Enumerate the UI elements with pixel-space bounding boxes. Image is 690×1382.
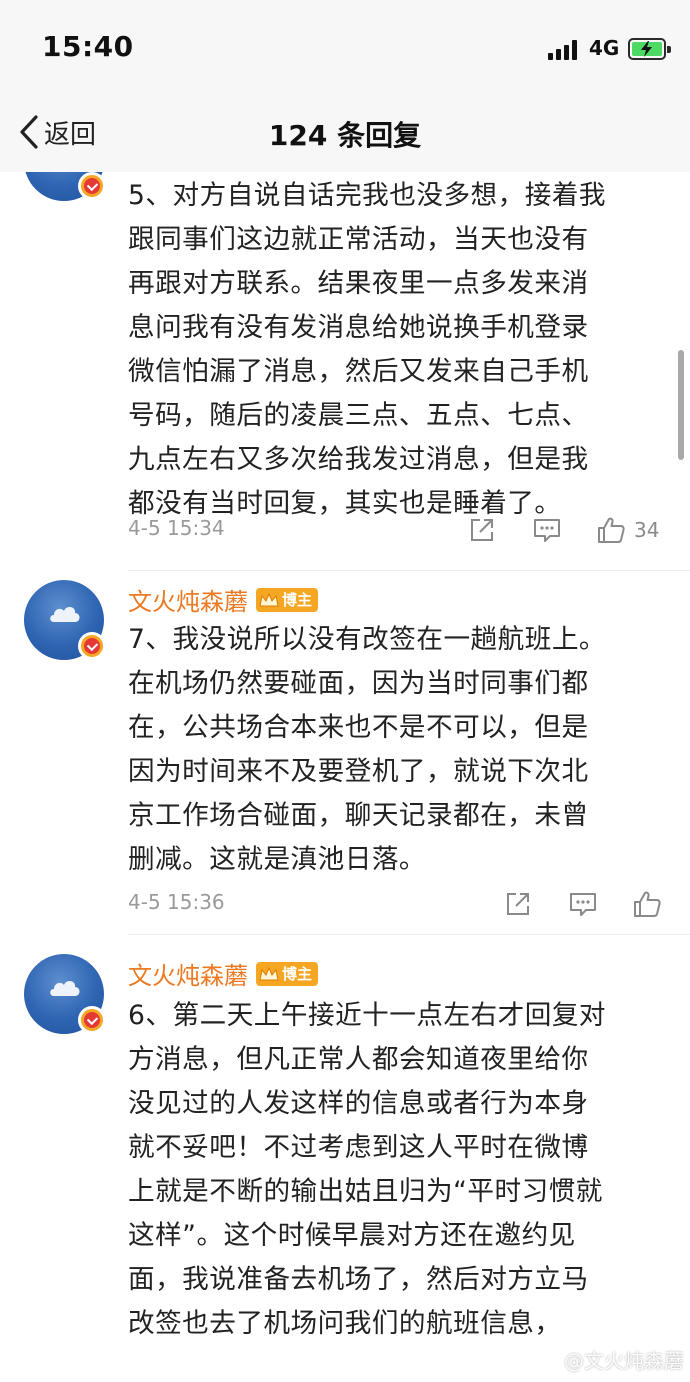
reply-timestamp: 4-5 15:34 bbox=[128, 516, 225, 540]
share-button[interactable] bbox=[504, 888, 532, 920]
comment-icon bbox=[534, 519, 560, 542]
watermark: @文火炖森蘑 bbox=[564, 1349, 684, 1373]
reply-text: 7、我没说所以没有改签在一趟航班上。 在机场仍然要碰面，因为当时同事们都 在，公… bbox=[128, 624, 607, 875]
thumbs-up-icon bbox=[634, 891, 661, 917]
battery-charging-icon bbox=[628, 38, 671, 60]
blogger-badge: 博主 bbox=[256, 961, 319, 986]
reply-meta: 4-5 15:36 bbox=[128, 888, 668, 920]
verified-badge-icon bbox=[78, 1006, 106, 1034]
cloud-icon bbox=[50, 981, 80, 996]
reply-text: 6、第二天上午接近十一点左右才回复对 方消息，但凡正常人都会知道夜里给你 没见过… bbox=[128, 1000, 607, 1339]
username[interactable]: 文火炖森蘑 bbox=[128, 582, 248, 617]
cloud-icon bbox=[50, 607, 80, 622]
share-icon bbox=[507, 893, 529, 915]
signal-strength-icon bbox=[548, 40, 580, 60]
reply-text: 5、对方自说自话完我也没多想，接着我 跟同事们这边就正常活动，当天也没有 再跟对… bbox=[128, 180, 607, 519]
username[interactable]: 文火炖森蘑 bbox=[128, 956, 248, 991]
nav-bar: 返回 124 条回复 bbox=[0, 96, 690, 172]
comment-button[interactable] bbox=[568, 888, 598, 920]
comment-icon bbox=[570, 893, 596, 916]
crown-icon bbox=[259, 966, 279, 980]
status-bar: 15:40 4G bbox=[0, 0, 690, 96]
share-icon bbox=[471, 519, 493, 541]
like-count: 34 bbox=[634, 518, 660, 542]
network-type: 4G bbox=[589, 36, 620, 60]
reply-list[interactable]: 5、对方自说自话完我也没多想，接着我 跟同事们这边就正常活动，当天也没有 再跟对… bbox=[0, 172, 690, 1382]
reply-author: 文火炖森蘑 博主 bbox=[128, 956, 319, 991]
page-title: 124 条回复 bbox=[268, 119, 422, 152]
status-time: 15:40 bbox=[42, 30, 134, 63]
verified-badge-icon bbox=[78, 172, 106, 200]
reply-author: 文火炖森蘑 博主 bbox=[128, 582, 319, 617]
share-button[interactable] bbox=[468, 514, 496, 546]
like-button[interactable] bbox=[632, 888, 662, 920]
scrollbar[interactable] bbox=[678, 350, 684, 460]
comment-button[interactable] bbox=[532, 514, 562, 546]
reply-timestamp: 4-5 15:36 bbox=[128, 890, 225, 914]
blogger-badge: 博主 bbox=[256, 587, 319, 612]
crown-icon bbox=[259, 592, 279, 606]
verified-badge-icon bbox=[78, 632, 106, 660]
reply-meta: 4-5 15:34 34 bbox=[128, 514, 668, 546]
like-button[interactable]: 34 bbox=[596, 514, 659, 546]
thumbs-up-icon bbox=[598, 517, 625, 543]
